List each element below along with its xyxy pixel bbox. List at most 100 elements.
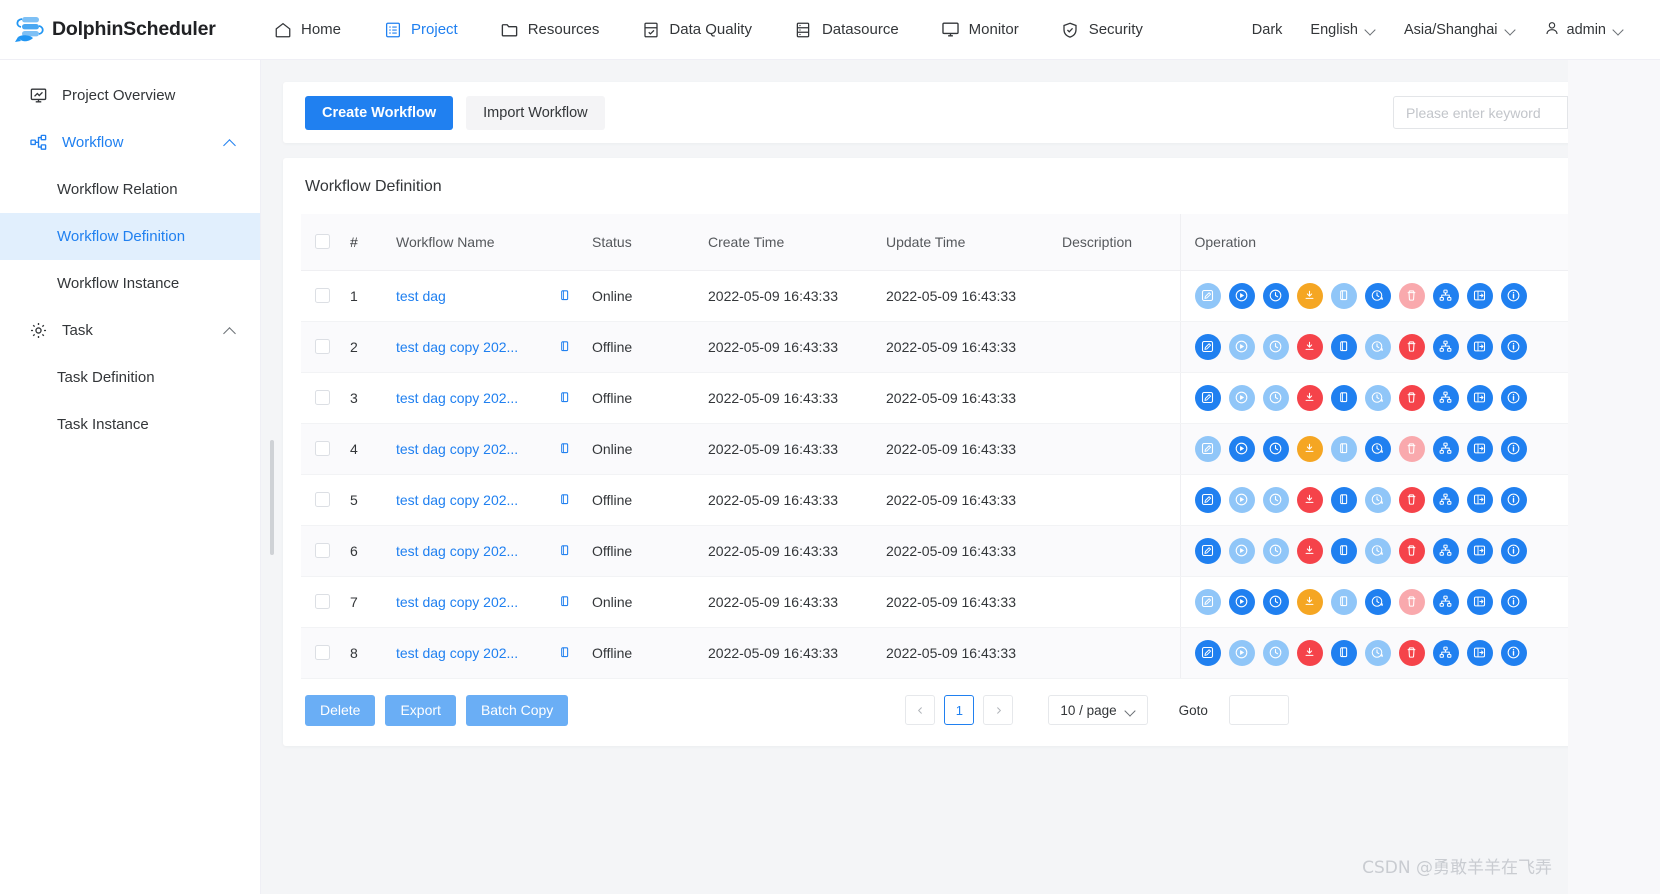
goto-input[interactable] [1228, 695, 1289, 725]
workflow-name-link[interactable]: test dag copy 202... [396, 390, 518, 406]
op-version-button[interactable] [1500, 282, 1527, 309]
row-checkbox[interactable] [315, 543, 330, 558]
op-export-button[interactable] [1466, 639, 1493, 666]
op-version-button[interactable] [1500, 588, 1527, 615]
op-start-button[interactable] [1228, 282, 1255, 309]
op-copy-button[interactable] [1330, 588, 1357, 615]
copy-icon[interactable] [557, 594, 572, 609]
op-edit-button[interactable] [1194, 537, 1221, 564]
op-start-button[interactable] [1228, 537, 1255, 564]
op-tree-view-button[interactable] [1432, 537, 1459, 564]
op-delete-button[interactable] [1398, 282, 1425, 309]
page-number-1[interactable]: 1 [944, 695, 975, 725]
op-timing-button[interactable] [1262, 537, 1289, 564]
row-checkbox[interactable] [315, 594, 330, 609]
op-start-button[interactable] [1228, 384, 1255, 411]
sidebar-item-workflow-instance[interactable]: Workflow Instance [0, 260, 260, 307]
copy-icon[interactable] [557, 441, 572, 456]
op-timing-button[interactable] [1262, 588, 1289, 615]
op-tree-view-button[interactable] [1432, 333, 1459, 360]
sidebar-item-task-definition[interactable]: Task Definition [0, 354, 260, 401]
page-size-selector[interactable]: 10 / page [1048, 695, 1148, 725]
sidebar-item-task-instance[interactable]: Task Instance [0, 401, 260, 448]
brand[interactable]: DolphinScheduler [0, 13, 252, 47]
search-input[interactable] [1393, 96, 1568, 129]
op-export-button[interactable] [1466, 384, 1493, 411]
op-start-button[interactable] [1228, 639, 1255, 666]
sidebar-item-workflow-relation[interactable]: Workflow Relation [0, 166, 260, 213]
op-edit-button[interactable] [1194, 435, 1221, 462]
op-tree-view-button[interactable] [1432, 384, 1459, 411]
op-release-button[interactable] [1296, 282, 1323, 309]
op-cron-button[interactable] [1364, 486, 1391, 513]
op-export-button[interactable] [1466, 537, 1493, 564]
op-cron-button[interactable] [1364, 384, 1391, 411]
op-timing-button[interactable] [1262, 333, 1289, 360]
op-export-button[interactable] [1466, 486, 1493, 513]
timezone-selector[interactable]: Asia/Shanghai [1390, 22, 1530, 38]
op-version-button[interactable] [1500, 384, 1527, 411]
op-tree-view-button[interactable] [1432, 486, 1459, 513]
op-export-button[interactable] [1466, 588, 1493, 615]
sidebar-item-workflow[interactable]: Workflow [0, 119, 260, 166]
op-timing-button[interactable] [1262, 435, 1289, 462]
op-timing-button[interactable] [1262, 639, 1289, 666]
workflow-name-link[interactable]: test dag copy 202... [396, 441, 518, 457]
copy-icon[interactable] [557, 645, 572, 660]
op-copy-button[interactable] [1330, 435, 1357, 462]
op-delete-button[interactable] [1398, 537, 1425, 564]
op-export-button[interactable] [1466, 333, 1493, 360]
op-version-button[interactable] [1500, 537, 1527, 564]
op-start-button[interactable] [1228, 588, 1255, 615]
op-version-button[interactable] [1500, 486, 1527, 513]
row-checkbox[interactable] [315, 339, 330, 354]
workflow-name-link[interactable]: test dag copy 202... [396, 543, 518, 559]
op-tree-view-button[interactable] [1432, 639, 1459, 666]
op-copy-button[interactable] [1330, 537, 1357, 564]
op-release-button[interactable] [1296, 435, 1323, 462]
row-checkbox[interactable] [315, 645, 330, 660]
op-export-button[interactable] [1466, 282, 1493, 309]
language-selector[interactable]: English [1296, 22, 1390, 38]
op-release-button[interactable] [1296, 588, 1323, 615]
op-delete-button[interactable] [1398, 333, 1425, 360]
op-edit-button[interactable] [1194, 333, 1221, 360]
nav-item-security[interactable]: Security [1040, 0, 1164, 60]
sidebar-item-workflow-definition[interactable]: Workflow Definition [0, 213, 260, 260]
sidebar-item-project-overview[interactable]: Project Overview [0, 72, 260, 119]
user-menu[interactable]: admin [1530, 20, 1639, 40]
copy-icon[interactable] [557, 543, 572, 558]
op-version-button[interactable] [1500, 435, 1527, 462]
op-delete-button[interactable] [1398, 435, 1425, 462]
row-checkbox[interactable] [315, 288, 330, 303]
op-edit-button[interactable] [1194, 282, 1221, 309]
op-release-button[interactable] [1296, 537, 1323, 564]
op-delete-button[interactable] [1398, 639, 1425, 666]
nav-item-monitor[interactable]: Monitor [920, 0, 1040, 60]
op-copy-button[interactable] [1330, 384, 1357, 411]
op-copy-button[interactable] [1330, 486, 1357, 513]
op-release-button[interactable] [1296, 333, 1323, 360]
row-checkbox[interactable] [315, 390, 330, 405]
op-cron-button[interactable] [1364, 435, 1391, 462]
copy-icon[interactable] [557, 339, 572, 354]
next-page-button[interactable] [983, 695, 1014, 725]
op-edit-button[interactable] [1194, 639, 1221, 666]
op-version-button[interactable] [1500, 333, 1527, 360]
copy-icon[interactable] [557, 288, 572, 303]
chevron-up-icon[interactable] [224, 139, 236, 147]
workflow-name-link[interactable]: test dag copy 202... [396, 339, 518, 355]
nav-item-datasource[interactable]: Datasource [773, 0, 920, 60]
sidebar-scrollbar[interactable] [270, 440, 274, 555]
op-delete-button[interactable] [1398, 588, 1425, 615]
import-workflow-button[interactable]: Import Workflow [466, 95, 605, 130]
chevron-up-icon[interactable] [224, 327, 236, 335]
select-all-checkbox[interactable] [315, 234, 330, 250]
op-tree-view-button[interactable] [1432, 282, 1459, 309]
op-cron-button[interactable] [1364, 639, 1391, 666]
op-version-button[interactable] [1500, 639, 1527, 666]
nav-item-home[interactable]: Home [252, 0, 362, 60]
op-edit-button[interactable] [1194, 588, 1221, 615]
op-release-button[interactable] [1296, 639, 1323, 666]
create-workflow-button[interactable]: Create Workflow [305, 95, 454, 130]
